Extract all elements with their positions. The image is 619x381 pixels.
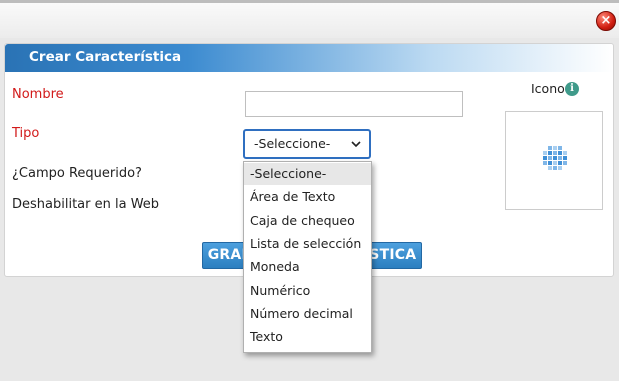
nombre-label: Nombre: [12, 87, 64, 102]
chevron-down-icon: [351, 141, 361, 148]
icon-picker-box[interactable]: [505, 111, 603, 210]
tipo-label: Tipo: [12, 126, 40, 141]
icono-label: Icono: [531, 81, 565, 96]
info-icon[interactable]: i: [565, 82, 579, 96]
dialog-top-bar: ×: [0, 0, 619, 38]
dropdown-option[interactable]: Área de Texto: [244, 186, 371, 208]
nombre-input[interactable]: [245, 91, 463, 117]
dropdown-option[interactable]: -Seleccione-: [244, 163, 371, 185]
dropdown-option[interactable]: Moneda: [244, 256, 371, 278]
dropdown-option[interactable]: Caja de chequeo: [244, 210, 371, 232]
tipo-dropdown-list: -Seleccione- Área de Texto Caja de chequ…: [243, 161, 372, 353]
dropdown-option[interactable]: Texto: [244, 326, 371, 348]
panel-header: Crear Característica: [5, 44, 613, 72]
tipo-select[interactable]: -Seleccione-: [243, 129, 371, 159]
campo-requerido-label: ¿Campo Requerido?: [12, 166, 142, 181]
close-icon[interactable]: ×: [596, 11, 616, 31]
dropdown-option[interactable]: Número decimal: [244, 303, 371, 325]
tipo-select-value: -Seleccione-: [254, 136, 331, 151]
grid-placeholder-icon: [543, 146, 567, 170]
deshabilitar-web-label: Deshabilitar en la Web: [12, 197, 160, 212]
dropdown-option[interactable]: Numérico: [244, 280, 371, 302]
dropdown-option[interactable]: Lista de selección: [244, 233, 371, 255]
panel-title: Crear Característica: [29, 49, 182, 65]
